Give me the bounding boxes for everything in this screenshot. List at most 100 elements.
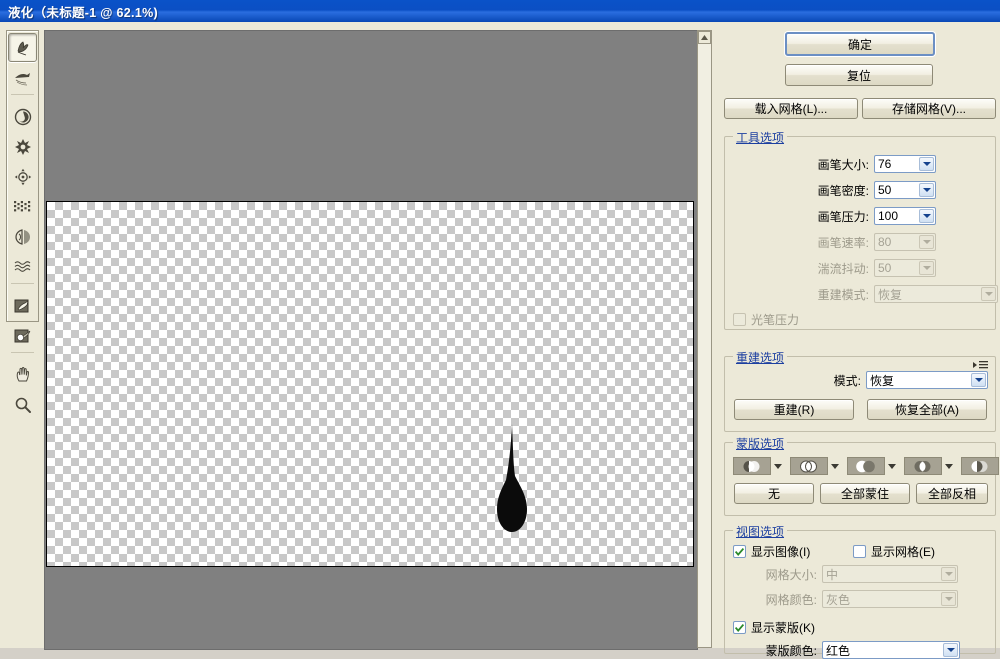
scroll-up-button[interactable]	[698, 31, 711, 44]
brush-rate-row: 画笔速率: 80	[799, 233, 936, 251]
thaw-mask-icon	[13, 327, 33, 345]
bloat-icon	[14, 168, 32, 186]
brush-rate-value: 80	[878, 235, 891, 249]
freeze-mask-tool[interactable]	[8, 291, 37, 320]
mask-invert-all-button[interactable]: 全部反相	[916, 483, 988, 504]
show-mesh-row: 显示网格(E)	[853, 543, 935, 560]
mask-invert-selection[interactable]	[961, 457, 999, 475]
mode-label: 模式:	[825, 372, 861, 389]
turbulent-jitter-combo: 50	[874, 259, 936, 277]
stylus-pressure-label: 光笔压力	[751, 311, 799, 328]
stylus-pressure-row: 光笔压力	[733, 311, 799, 328]
brush-density-label: 画笔密度:	[799, 182, 869, 199]
show-mesh-checkbox[interactable]	[853, 545, 866, 558]
reconstruct-tool[interactable]	[8, 63, 37, 92]
mask-color-combo[interactable]: 红色	[822, 641, 960, 659]
hand-icon	[14, 366, 32, 384]
canvas-vertical-scrollbar[interactable]	[697, 30, 712, 648]
show-mask-row: 显示蒙版(K)	[733, 619, 815, 636]
zoom-icon	[14, 396, 32, 414]
mask-subtract-caret[interactable]	[888, 464, 896, 469]
mirror-tool[interactable]	[8, 222, 37, 251]
brush-pressure-row: 画笔压力: 100	[799, 207, 936, 225]
window-title: 液化（未标题-1 @ 62.1%)	[0, 2, 158, 21]
show-mask-checkbox[interactable]	[733, 621, 746, 634]
brush-size-combo[interactable]: 76	[874, 155, 936, 173]
forward-warp-tool[interactable]	[8, 33, 37, 62]
reset-button[interactable]: 复位	[785, 64, 933, 86]
mask-replace-caret[interactable]	[774, 464, 782, 469]
chevron-down-icon	[981, 287, 996, 301]
artboard-transparency[interactable]	[46, 201, 694, 567]
reconstruct-mode-select-row: 模式: 恢复	[825, 371, 988, 389]
forward-warp-icon	[14, 39, 32, 57]
mirror-icon	[13, 228, 33, 246]
load-mesh-button[interactable]: 载入网格(L)...	[724, 98, 858, 119]
check-icon	[735, 548, 744, 556]
mask-color-row: 蒙版颜色: 红色	[733, 641, 960, 659]
chevron-down-icon	[919, 235, 934, 249]
chevron-down-icon[interactable]	[919, 157, 934, 171]
mask-subtract-from-selection[interactable]	[847, 457, 885, 475]
ok-button[interactable]: 确定	[785, 32, 935, 56]
mesh-size-value: 中	[826, 566, 838, 583]
brush-density-combo[interactable]: 50	[874, 181, 936, 199]
show-image-row: 显示图像(I)	[733, 543, 810, 560]
reconstruct-options-group: 重建选项 模式: 恢复 重建(R) 恢复全部(A)	[724, 356, 996, 432]
tool-options-legend: 工具选项	[733, 129, 787, 146]
brush-density-row: 画笔密度: 50	[799, 181, 936, 199]
panel-menu-icon[interactable]	[973, 360, 988, 369]
bloat-tool[interactable]	[8, 162, 37, 191]
mask-intersect-with-selection[interactable]	[904, 457, 942, 475]
zoom-tool[interactable]	[8, 390, 37, 419]
mode-value: 恢复	[870, 372, 894, 389]
reconstruct-icon	[13, 69, 33, 87]
hand-tool[interactable]	[8, 360, 37, 389]
toolbox-divider	[11, 94, 34, 99]
check-icon	[735, 624, 744, 632]
brush-pressure-combo[interactable]: 100	[874, 207, 936, 225]
chevron-down-icon[interactable]	[919, 183, 934, 197]
replace-selection-icon	[739, 460, 765, 473]
twirl-clockwise-tool[interactable]	[8, 102, 37, 131]
pucker-icon	[14, 138, 32, 156]
mask-replace-selection[interactable]	[733, 457, 771, 475]
restore-all-button[interactable]: 恢复全部(A)	[867, 399, 987, 420]
tool-options-group: 工具选项 画笔大小: 76 画笔密度: 50 画笔压力:	[724, 136, 996, 330]
mask-add-caret[interactable]	[831, 464, 839, 469]
push-left-icon	[13, 198, 33, 216]
mask-all-button[interactable]: 全部蒙住	[820, 483, 910, 504]
mode-combo[interactable]: 恢复	[866, 371, 988, 389]
chevron-down-icon[interactable]	[971, 373, 986, 387]
pucker-tool[interactable]	[8, 132, 37, 161]
push-left-tool[interactable]	[8, 192, 37, 221]
chevron-down-icon[interactable]	[943, 643, 958, 657]
toolbox-divider-3	[11, 352, 34, 357]
show-image-checkbox[interactable]	[733, 545, 746, 558]
turbulence-icon	[13, 258, 33, 276]
mesh-color-value: 灰色	[826, 591, 850, 608]
mask-intersect-caret[interactable]	[945, 464, 953, 469]
brush-pressure-label: 画笔压力:	[799, 208, 869, 225]
reconstruct-button[interactable]: 重建(R)	[734, 399, 854, 420]
turbulent-jitter-value: 50	[878, 261, 891, 275]
chevron-down-icon	[919, 261, 934, 275]
mask-add-to-selection[interactable]	[790, 457, 828, 475]
mask-mode-row	[733, 457, 1000, 475]
canvas-area[interactable]	[44, 30, 698, 650]
save-mesh-button[interactable]: 存储网格(V)...	[862, 98, 996, 119]
brush-density-value: 50	[878, 183, 891, 197]
mesh-color-combo: 灰色	[822, 590, 958, 608]
mesh-size-label: 网格大小:	[757, 566, 817, 583]
mesh-size-combo: 中	[822, 565, 958, 583]
twirl-clockwise-icon	[14, 108, 32, 126]
intersect-selection-icon	[910, 460, 936, 473]
reconstruct-mode-row: 重建模式: 恢复	[799, 285, 998, 303]
turbulence-tool[interactable]	[8, 252, 37, 281]
brush-rate-label: 画笔速率:	[799, 234, 869, 251]
mask-color-label: 蒙版颜色:	[733, 642, 817, 659]
thaw-mask-tool[interactable]	[8, 321, 37, 350]
subtract-from-selection-icon	[853, 460, 879, 473]
mask-none-button[interactable]: 无	[734, 483, 814, 504]
chevron-down-icon[interactable]	[919, 209, 934, 223]
